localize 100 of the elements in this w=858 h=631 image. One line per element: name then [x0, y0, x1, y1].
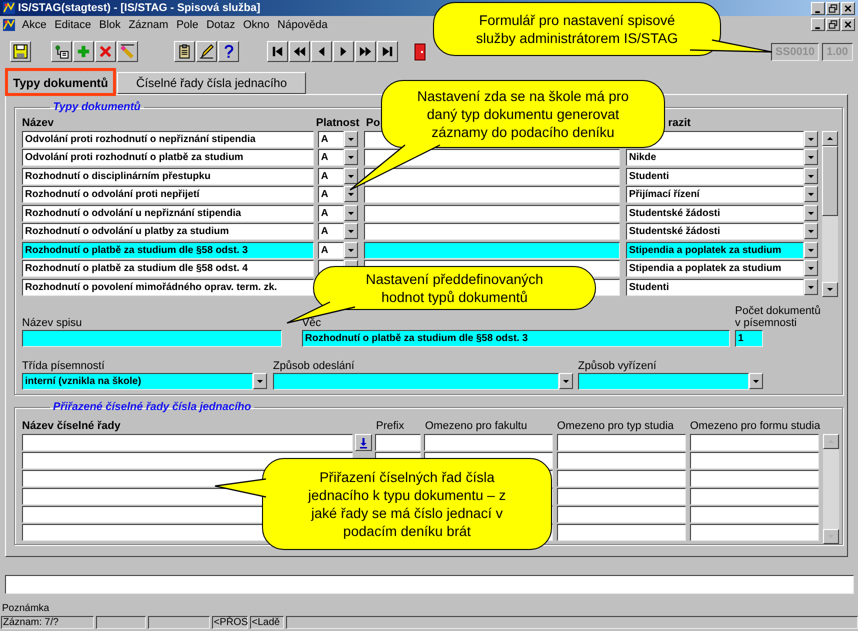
dropdown-field[interactable]: [273, 372, 559, 390]
table-cell[interactable]: [690, 488, 819, 506]
dropdown-button[interactable]: [804, 149, 818, 165]
table-cell[interactable]: Stipendia a poplatek za studium: [626, 260, 804, 277]
door-icon[interactable]: [414, 42, 426, 60]
table-cell[interactable]: Rozhodnutí o disciplinárním přestupku: [22, 168, 314, 184]
table-cell[interactable]: A: [318, 130, 344, 148]
dropdown-button[interactable]: [344, 168, 358, 184]
input-field[interactable]: 1: [735, 330, 763, 346]
table-cell[interactable]: A: [318, 168, 344, 184]
table-cell[interactable]: [557, 488, 686, 506]
toolbar-button[interactable]: [218, 41, 239, 62]
table-cell[interactable]: A: [318, 149, 344, 166]
table-cell[interactable]: Rozhodnutí o platbě za studium dle §58 odst. 3: [22, 242, 314, 258]
menu-item[interactable]: Blok: [95, 18, 125, 32]
menu-item[interactable]: Dotaz: [202, 18, 240, 32]
table-cell[interactable]: [690, 452, 819, 469]
toolbar-button[interactable]: [333, 41, 354, 62]
dropdown-button[interactable]: [344, 242, 358, 258]
toolbar-button[interactable]: [355, 41, 376, 62]
toolbar-button[interactable]: [95, 41, 116, 62]
menu-item[interactable]: Okno: [239, 18, 274, 32]
menu-item[interactable]: Editace: [50, 18, 96, 32]
dropdown-button[interactable]: [344, 186, 358, 202]
table-cell[interactable]: [364, 204, 620, 222]
table-cell[interactable]: [690, 506, 819, 524]
dropdown-button[interactable]: [804, 130, 818, 146]
scrollbar[interactable]: [823, 434, 839, 544]
toolbar-button[interactable]: [51, 41, 72, 62]
table-cell[interactable]: [690, 524, 819, 542]
close-icon[interactable]: [841, 18, 855, 31]
close-icon[interactable]: [841, 2, 855, 14]
note-field[interactable]: [5, 575, 854, 594]
table-cell[interactable]: Rozhodnutí o povolení mimořádného oprav. term. zk.: [22, 278, 314, 296]
table-cell[interactable]: [375, 434, 421, 450]
table-cell[interactable]: Studenti: [626, 278, 804, 296]
scroll-down-button[interactable]: [823, 528, 839, 544]
table-cell[interactable]: [557, 470, 686, 487]
scrollbar[interactable]: [822, 130, 838, 296]
table-cell[interactable]: Rozhodnutí o odvolání u platby za studium: [22, 223, 314, 240]
dropdown-button[interactable]: [804, 278, 818, 294]
minimize-icon[interactable]: [811, 2, 825, 14]
table-cell[interactable]: [557, 452, 686, 469]
table-cell[interactable]: [364, 168, 620, 184]
toolbar-button[interactable]: [10, 41, 31, 62]
table-cell[interactable]: [364, 186, 620, 203]
dropdown-button[interactable]: [344, 149, 358, 165]
toolbar-button[interactable]: [289, 41, 310, 62]
dropdown-field[interactable]: interní (vznikla na škole): [22, 372, 253, 390]
toolbar-button[interactable]: [377, 41, 398, 62]
table-cell[interactable]: A: [318, 242, 344, 258]
table-cell[interactable]: [22, 434, 353, 450]
table-cell[interactable]: [690, 470, 819, 487]
table-cell[interactable]: Rozhodnutí o odvolání proti nepřijetí: [22, 186, 314, 203]
table-cell[interactable]: A: [318, 223, 344, 240]
input-field[interactable]: Rozhodnutí o platbě za studium dle §58 odst. 3: [302, 330, 730, 346]
toolbar-button[interactable]: [73, 41, 94, 62]
dropdown-field[interactable]: [578, 372, 749, 390]
table-cell[interactable]: [364, 223, 620, 240]
menu-item[interactable]: Akce: [18, 18, 50, 32]
dropdown-button[interactable]: [804, 223, 818, 239]
dropdown-button[interactable]: [344, 130, 358, 146]
table-cell[interactable]: A: [318, 186, 344, 203]
dropdown-button[interactable]: [804, 204, 818, 220]
tab[interactable]: Číselné řady čísla jednacího: [117, 72, 306, 94]
scroll-down-button[interactable]: [822, 282, 838, 296]
table-cell[interactable]: Rozhodnutí o odvolání u nepřiznání stipendia: [22, 204, 314, 222]
menu-item[interactable]: Nápověda: [273, 18, 332, 32]
dropdown-button[interactable]: [749, 372, 763, 388]
scroll-up-button[interactable]: [822, 130, 838, 146]
table-cell[interactable]: Přijímací řízení: [626, 186, 804, 203]
tab[interactable]: Typy dokumentů: [6, 69, 116, 95]
dropdown-button[interactable]: [804, 186, 818, 202]
toolbar-button[interactable]: [311, 41, 332, 62]
table-cell[interactable]: Nikde: [626, 149, 804, 166]
table-cell[interactable]: [690, 434, 819, 450]
toolbar-button[interactable]: [117, 41, 138, 62]
table-cell[interactable]: Odvolání proti rozhodnutí o nepřiznání stipendia: [22, 130, 314, 148]
table-cell[interactable]: Studentské žádosti: [626, 223, 804, 240]
dropdown-button[interactable]: [804, 242, 818, 258]
dropdown-button[interactable]: [344, 204, 358, 220]
dropdown-button[interactable]: [253, 372, 267, 388]
table-cell[interactable]: [424, 434, 553, 450]
table-cell[interactable]: [557, 434, 686, 450]
table-cell[interactable]: [557, 506, 686, 524]
input-field[interactable]: [22, 330, 282, 346]
dropdown-button[interactable]: [344, 223, 358, 239]
scrollbar-thumb[interactable]: [822, 146, 838, 216]
dropdown-button[interactable]: [804, 260, 818, 276]
restore-icon[interactable]: [826, 2, 840, 14]
dropdown-button[interactable]: [559, 372, 573, 388]
table-cell[interactable]: Studentské žádosti: [626, 204, 804, 222]
menu-item[interactable]: Pole: [172, 18, 202, 32]
table-cell[interactable]: Stipendia a poplatek za studium: [626, 242, 804, 258]
table-cell[interactable]: Odvolání proti rozhodnutí o platbě za studium: [22, 149, 314, 166]
table-cell[interactable]: Rozhodnutí o platbě za studium dle §58 odst. 4: [22, 260, 314, 277]
table-cell[interactable]: [557, 524, 686, 542]
toolbar-button[interactable]: [196, 41, 217, 62]
toolbar-button[interactable]: [267, 41, 288, 62]
dropdown-button[interactable]: [804, 168, 818, 184]
